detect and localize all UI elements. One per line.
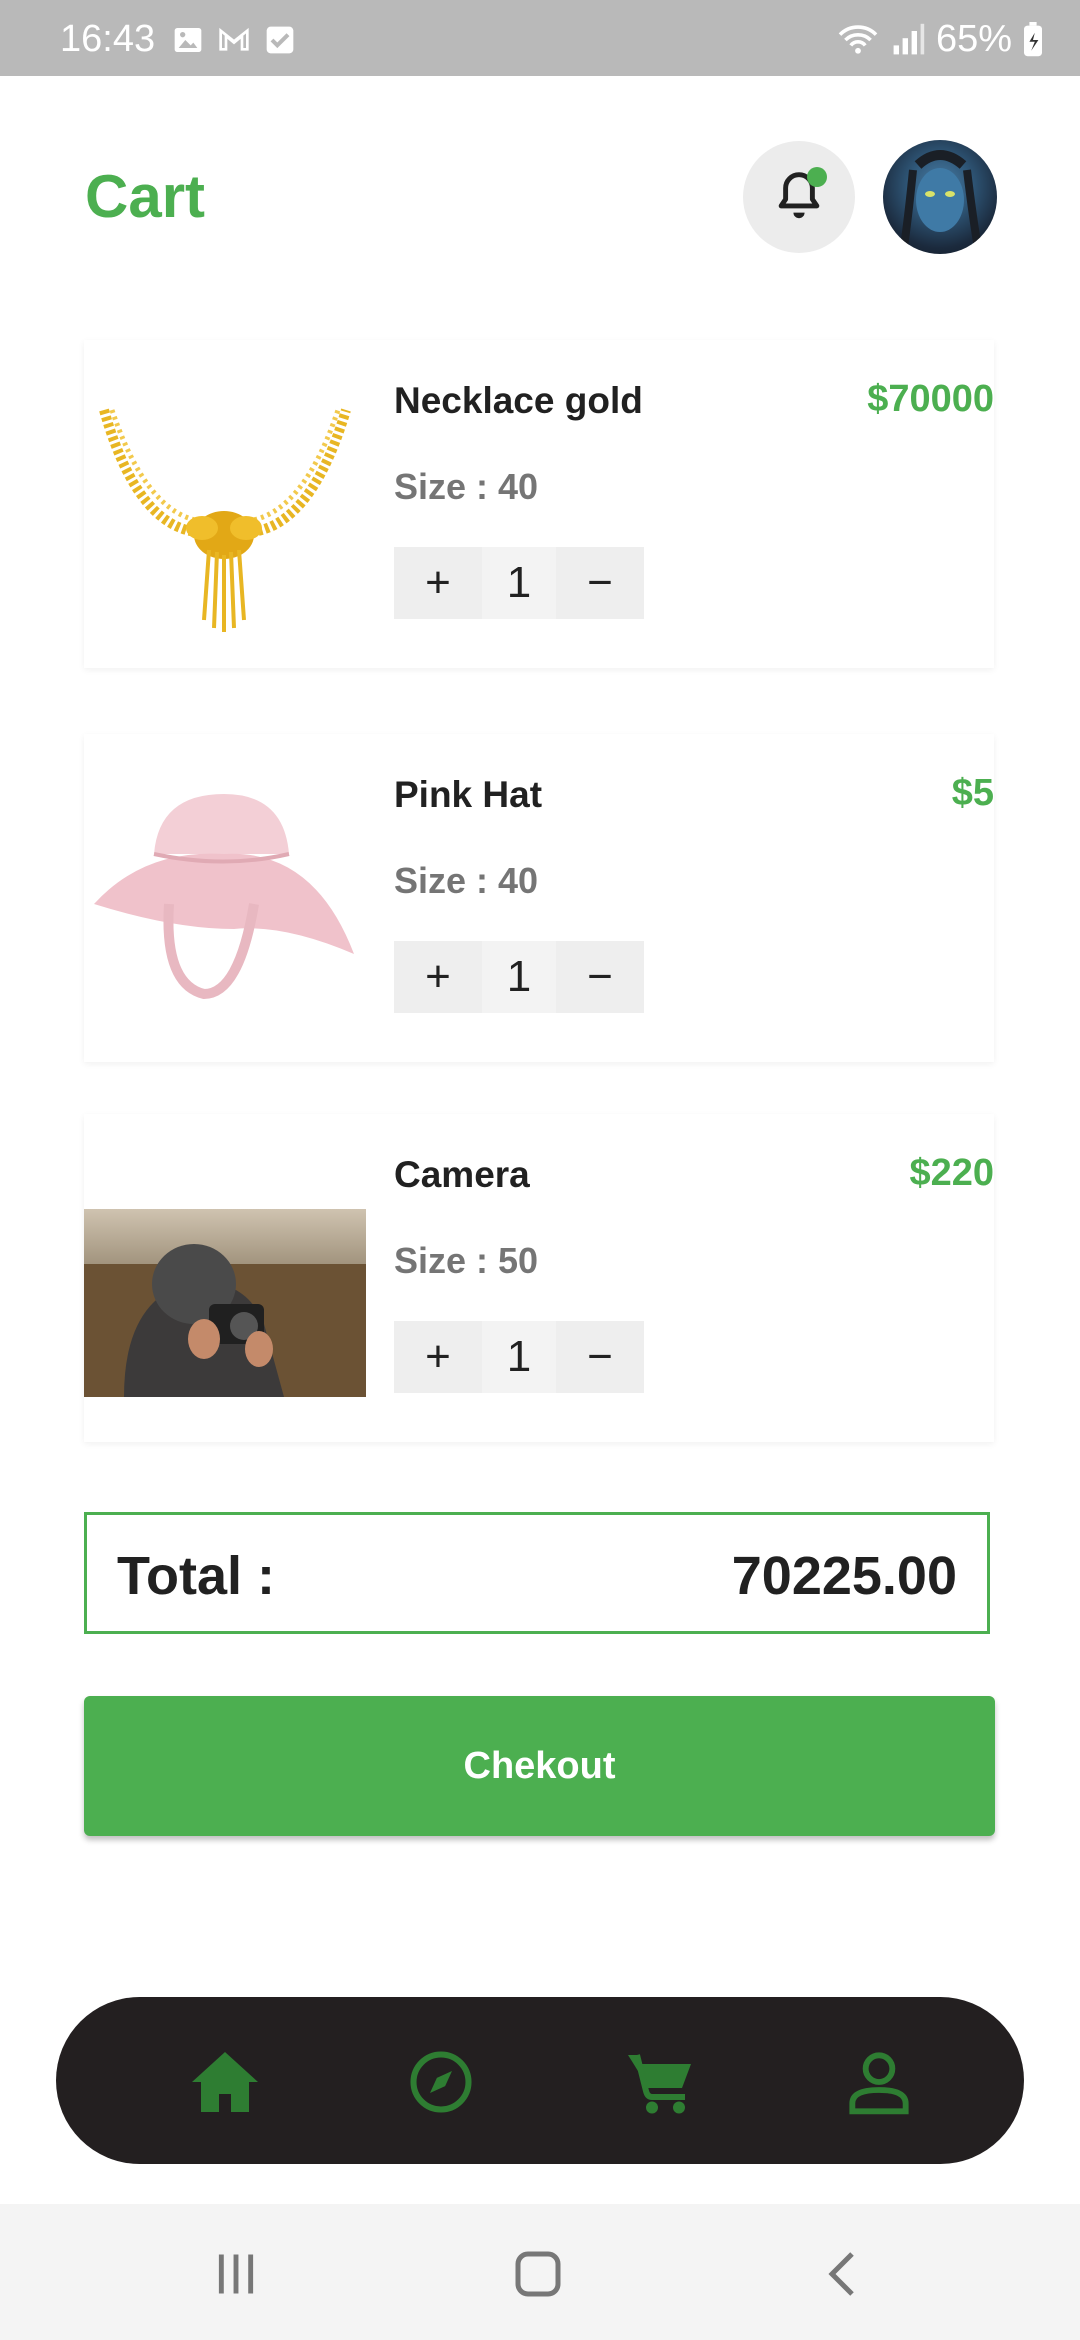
- item-size: Size : 50: [394, 1240, 539, 1281]
- cart-icon: [628, 2054, 691, 2114]
- status-bar: 16:43 65%: [0, 0, 1080, 76]
- cart-item: Camera $220 Size : 50 + 1 −: [84, 1114, 994, 1442]
- camera-image: [84, 1209, 366, 1397]
- notifications-button[interactable]: [743, 141, 855, 253]
- item-price: $220: [909, 1152, 994, 1194]
- explore-icon: [410, 2051, 472, 2113]
- check-icon: [266, 26, 294, 54]
- avatar[interactable]: [883, 140, 997, 254]
- cart-item: Necklace gold $70000 Size : 40 + 1 −: [84, 340, 994, 668]
- item-size: Size : 40: [394, 466, 539, 507]
- notification-icons: [172, 24, 296, 56]
- decrease-button[interactable]: −: [556, 558, 644, 608]
- recent-apps-button[interactable]: [206, 2244, 266, 2304]
- item-name: Pink Hat: [394, 774, 543, 815]
- item-price: $5: [951, 772, 994, 814]
- system-status: 65%: [836, 18, 1044, 61]
- item-name: Camera: [394, 1154, 530, 1195]
- necklace-image: [99, 408, 351, 632]
- nav-profile[interactable]: [834, 2037, 924, 2127]
- page-title: Cart: [85, 163, 206, 230]
- battery-icon: [1024, 21, 1042, 56]
- total-label: Total :: [117, 1546, 275, 1606]
- avatar-image: [899, 150, 983, 254]
- signal-icon: [893, 23, 925, 54]
- image-icon: [174, 28, 202, 52]
- home-icon: [192, 2052, 258, 2112]
- decrease-button[interactable]: −: [556, 1332, 644, 1382]
- increase-button[interactable]: +: [394, 1332, 482, 1382]
- increase-button[interactable]: +: [394, 952, 482, 1002]
- item-name: Necklace gold: [394, 380, 643, 421]
- quantity-stepper: + 1 −: [394, 1321, 644, 1393]
- home-square-icon: [515, 2251, 561, 2297]
- back-icon: [828, 2252, 854, 2296]
- quantity-value: 1: [482, 941, 556, 1013]
- gmail-icon: [219, 27, 249, 51]
- checkout-button[interactable]: Chekout: [84, 1696, 995, 1836]
- back-button[interactable]: [812, 2244, 872, 2304]
- decrease-button[interactable]: −: [556, 952, 644, 1002]
- increase-button[interactable]: +: [394, 558, 482, 608]
- item-size: Size : 40: [394, 860, 539, 901]
- bottom-nav: [56, 1997, 1024, 2164]
- battery-percent: 65%: [935, 18, 1012, 60]
- quantity-stepper: + 1 −: [394, 941, 644, 1013]
- nav-cart[interactable]: [616, 2037, 706, 2127]
- total-value: 70225.00: [731, 1546, 957, 1606]
- pink-hat-image: [94, 794, 354, 1000]
- notification-badge: [807, 167, 827, 187]
- total-box: Total : 70225.00: [84, 1512, 990, 1634]
- quantity-value: 1: [482, 1321, 556, 1393]
- item-price: $70000: [867, 378, 994, 420]
- nav-explore[interactable]: [396, 2037, 486, 2127]
- status-time: 16:43: [60, 18, 156, 60]
- recent-apps-icon: [218, 2254, 254, 2294]
- home-button[interactable]: [508, 2244, 568, 2304]
- system-nav-bar: [0, 2204, 1080, 2340]
- quantity-value: 1: [482, 547, 556, 619]
- wifi-icon: [838, 24, 878, 54]
- profile-icon: [849, 2052, 909, 2115]
- quantity-stepper: + 1 −: [394, 547, 644, 619]
- cart-item: Pink Hat $5 Size : 40 + 1 −: [84, 734, 994, 1062]
- nav-home[interactable]: [180, 2037, 270, 2127]
